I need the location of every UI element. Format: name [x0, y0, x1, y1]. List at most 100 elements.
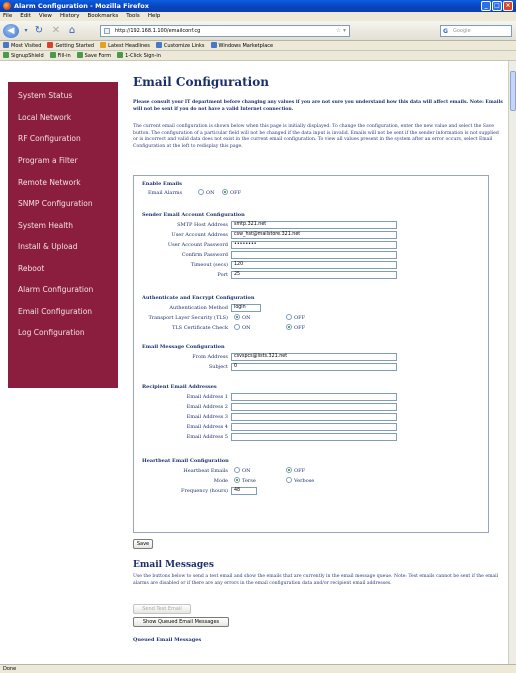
bookmark-star-icon[interactable]: ☆ ▾	[336, 26, 346, 36]
window-title: Alarm Configuration - Mozilla Firefox	[14, 2, 149, 10]
menu-history[interactable]: History	[60, 12, 80, 21]
section-heartbeat: Heartbeat Email Configuration	[142, 458, 229, 464]
sidebar-item-system-status[interactable]: System Status	[18, 91, 72, 100]
sidebar-item-remote-network[interactable]: Remote Network	[18, 178, 81, 187]
page-icon	[155, 42, 162, 48]
timeout-input[interactable]: 120	[231, 261, 397, 269]
subject-input[interactable]: 0	[231, 363, 397, 371]
user-account-input[interactable]: csw_hst@mailstore.321.net	[231, 231, 397, 239]
menu-tools[interactable]: Tools	[126, 12, 140, 21]
sidebar-item-reboot[interactable]: Reboot	[18, 264, 44, 273]
radio-selected-icon	[286, 324, 292, 330]
heartbeat-off-radio[interactable]: OFF	[286, 467, 305, 474]
google-icon: G	[443, 28, 448, 35]
window-title-bar[interactable]: Alarm Configuration - Mozilla Firefox _ …	[0, 0, 516, 12]
bookmarks-toolbar: Most Visited Getting Started Latest Head…	[0, 41, 516, 51]
tls-cert-off-radio[interactable]: OFF	[286, 324, 305, 331]
section-sender: Sender Email Account Configuration	[142, 212, 245, 218]
mode-verbose-radio[interactable]: Verbose	[286, 477, 314, 484]
sidebar-item-alarm-configuration[interactable]: Alarm Configuration	[18, 285, 93, 294]
minimize-button[interactable]: _	[481, 1, 491, 11]
tls-cert-on-radio[interactable]: ON	[234, 324, 250, 331]
status-bar: Done	[0, 664, 516, 673]
email-alarms-on-radio[interactable]: ON	[198, 189, 214, 196]
page-icon	[210, 42, 217, 48]
frequency-input[interactable]: 48	[231, 487, 257, 495]
confirm-password-input[interactable]	[231, 251, 397, 259]
sidebar-item-log-configuration[interactable]: Log Configuration	[18, 328, 85, 337]
search-box[interactable]: G Google	[440, 25, 512, 37]
sidebar-item-system-health[interactable]: System Health	[18, 221, 73, 230]
smtp-host-input[interactable]: smtp.321.net	[231, 221, 397, 229]
vertical-scrollbar[interactable]	[508, 61, 516, 664]
mode-terse-radio[interactable]: Terse	[234, 477, 256, 484]
bookmark-customize-links[interactable]: Customize Links	[155, 41, 205, 50]
bookmark-windows-marketplace[interactable]: Windows Marketplace	[210, 41, 273, 50]
menu-bookmarks[interactable]: Bookmarks	[88, 12, 119, 21]
heartbeat-on-radio[interactable]: ON	[234, 467, 250, 474]
bookmark-getting-started[interactable]: Getting Started	[47, 41, 94, 50]
page-viewport: System Status Local Network RF Configura…	[0, 61, 516, 664]
navigation-toolbar: ◀ ▾ ↻ ✕ ⌂ http://192.168.1.100/emailconf…	[0, 21, 516, 41]
email-address-2-input[interactable]	[231, 403, 397, 411]
scrollbar-thumb[interactable]	[510, 71, 516, 111]
radio-icon	[286, 477, 292, 483]
sidebar-item-install-upload[interactable]: Install & Upload	[18, 242, 77, 251]
email-alarms-off-radio[interactable]: OFF	[222, 189, 241, 196]
from-address-input[interactable]: csvspcs@lists.321.net	[231, 353, 397, 361]
maximize-button[interactable]: □	[492, 1, 502, 11]
menu-help[interactable]: Help	[148, 12, 161, 21]
tls-on-radio[interactable]: ON	[234, 314, 250, 321]
pen-icon	[49, 52, 56, 58]
addon-save-form[interactable]: Save Form	[76, 51, 111, 60]
sidebar-nav: System Status Local Network RF Configura…	[8, 82, 118, 388]
page-favicon-icon	[104, 28, 110, 34]
auth-method-select[interactable]: login	[231, 304, 261, 312]
sidebar-item-program-a-filter[interactable]: Program a Filter	[18, 156, 78, 165]
radio-icon	[198, 189, 204, 195]
stop-icon[interactable]: ✕	[50, 24, 62, 38]
bookmark-most-visited[interactable]: Most Visited	[3, 41, 41, 50]
menu-view[interactable]: View	[39, 12, 52, 21]
url-bar[interactable]: http://192.168.1.100/emailconf.cg ☆ ▾	[100, 25, 350, 37]
email-address-4-input[interactable]	[231, 423, 397, 431]
reload-icon[interactable]: ↻	[33, 24, 45, 38]
home-icon[interactable]: ⌂	[66, 24, 78, 38]
search-placeholder: Google	[453, 28, 471, 34]
close-button[interactable]: ×	[503, 1, 513, 11]
email-address-5-input[interactable]	[231, 433, 397, 441]
sidebar-item-rf-configuration[interactable]: RF Configuration	[18, 134, 81, 143]
radio-selected-icon	[222, 189, 228, 195]
email-config-form: Enable Emails Email Alarms ON OFF Sender…	[133, 175, 489, 533]
port-input[interactable]: 25	[231, 271, 397, 279]
email-address-3-input[interactable]	[231, 413, 397, 421]
send-test-email-button[interactable]: Send Test Email	[133, 604, 191, 614]
email-address-1-label: Email Address 1	[186, 394, 228, 400]
radio-selected-icon	[286, 467, 292, 473]
status-text: Done	[3, 666, 17, 672]
addon-fill-in[interactable]: Fill-in	[49, 51, 71, 60]
sidebar-item-local-network[interactable]: Local Network	[18, 113, 71, 122]
password-input[interactable]: ••••••••	[231, 241, 397, 249]
auth-method-label: Authentication Method	[169, 305, 228, 311]
sidebar-item-snmp-configuration[interactable]: SNMP Configuration	[18, 199, 93, 208]
tls-label: Transport Layer Security (TLS)	[148, 315, 228, 321]
sidebar-item-email-configuration[interactable]: Email Configuration	[18, 307, 92, 316]
save-button[interactable]: Save	[133, 539, 153, 549]
bookmark-latest-headlines[interactable]: Latest Headlines	[100, 41, 150, 50]
mode-label: Mode	[213, 478, 228, 484]
email-address-1-input[interactable]	[231, 393, 397, 401]
history-dropdown-icon[interactable]: ▾	[22, 24, 30, 38]
bookmark-icon	[3, 42, 9, 48]
window-controls: _ □ ×	[481, 1, 513, 11]
addon-1-click-sign-in[interactable]: 1-Click Sign-in	[117, 51, 161, 60]
menu-edit[interactable]: Edit	[20, 12, 31, 21]
back-button[interactable]: ◀	[3, 24, 19, 38]
page-header: Email Configuration	[133, 75, 503, 89]
warning-text: Please consult your IT department before…	[133, 100, 503, 112]
addon-signupshield[interactable]: SignupShield	[3, 51, 44, 60]
show-queued-messages-button[interactable]: Show Queued Email Messages	[133, 617, 229, 627]
menu-file[interactable]: File	[3, 12, 12, 21]
rss-icon	[100, 42, 107, 48]
tls-off-radio[interactable]: OFF	[286, 314, 305, 321]
